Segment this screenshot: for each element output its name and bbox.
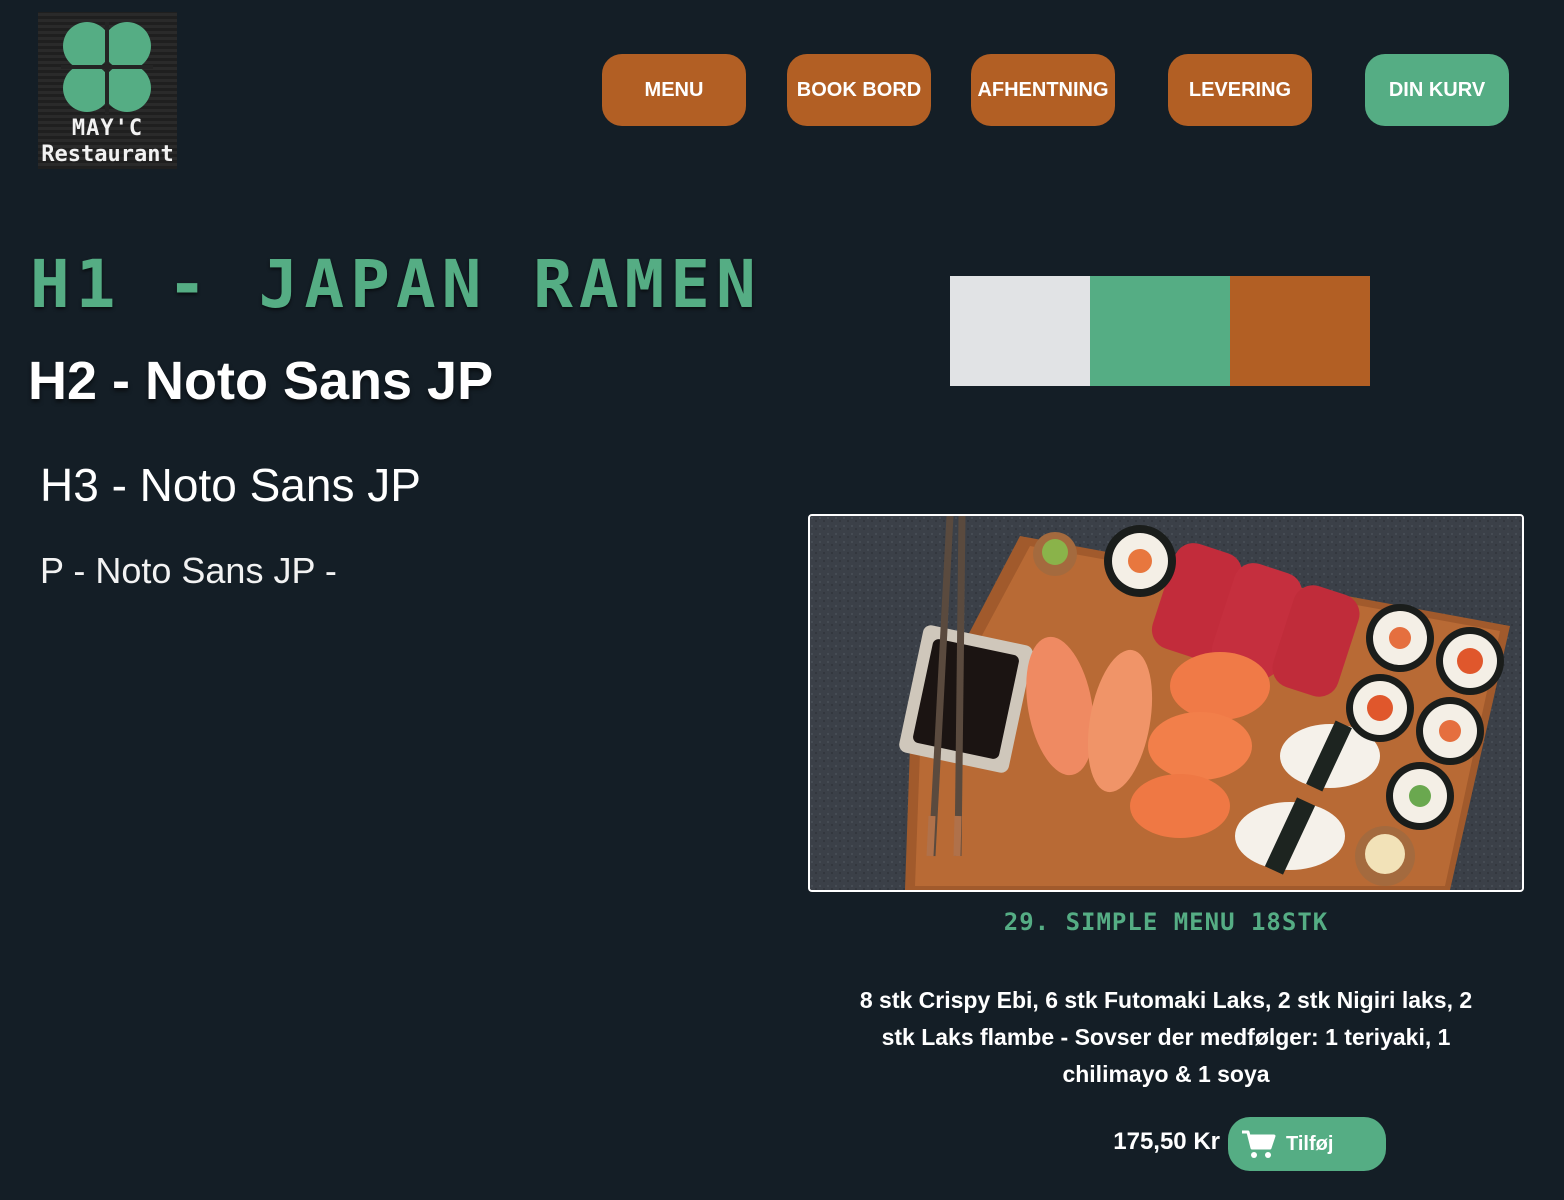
paragraph-sample: P - Noto Sans JP -: [40, 550, 337, 591]
product-description: 8 stk Crispy Ebi, 6 stk Futomaki Laks, 2…: [859, 987, 1473, 1087]
sushi-platter-illustration: [810, 516, 1522, 890]
swatch-green: [1090, 276, 1230, 386]
logo-name: MAY'C: [71, 116, 144, 141]
restaurant-logo[interactable]: MAY'C Restaurant: [38, 12, 177, 169]
h1-sample: H1 - JAPAN RAMEN: [30, 246, 762, 323]
color-palette: [950, 276, 1370, 386]
four-leaf-clover-icon: [61, 22, 153, 114]
product-image[interactable]: [808, 514, 1524, 892]
swatch-orange: [1230, 276, 1370, 386]
swatch-light-grey: [950, 276, 1090, 386]
product-title: 29. SIMPLE MENU 18STK: [1003, 908, 1329, 936]
nav-cart-button[interactable]: DIN KURV: [1365, 54, 1509, 126]
add-to-cart-label: Tilføj: [1286, 1132, 1334, 1155]
shopping-cart-icon: [1242, 1130, 1276, 1158]
page: MAY'C Restaurant MENU BOOK BORD AFHENTNI…: [0, 0, 1564, 1200]
logo-subtitle: Restaurant: [41, 142, 174, 167]
nav-pickup-button[interactable]: AFHENTNING: [971, 54, 1115, 126]
h3-sample: H3 - Noto Sans JP: [40, 459, 421, 511]
nav-delivery-button[interactable]: LEVERING: [1168, 54, 1312, 126]
add-to-cart-button[interactable]: Tilføj: [1228, 1117, 1386, 1171]
h2-sample: H2 - Noto Sans JP: [28, 351, 494, 411]
nav-book-table-button[interactable]: BOOK BORD: [787, 54, 931, 126]
nav-menu-button[interactable]: MENU: [602, 54, 746, 126]
product-price: 175,50 Kr: [1113, 1128, 1220, 1155]
